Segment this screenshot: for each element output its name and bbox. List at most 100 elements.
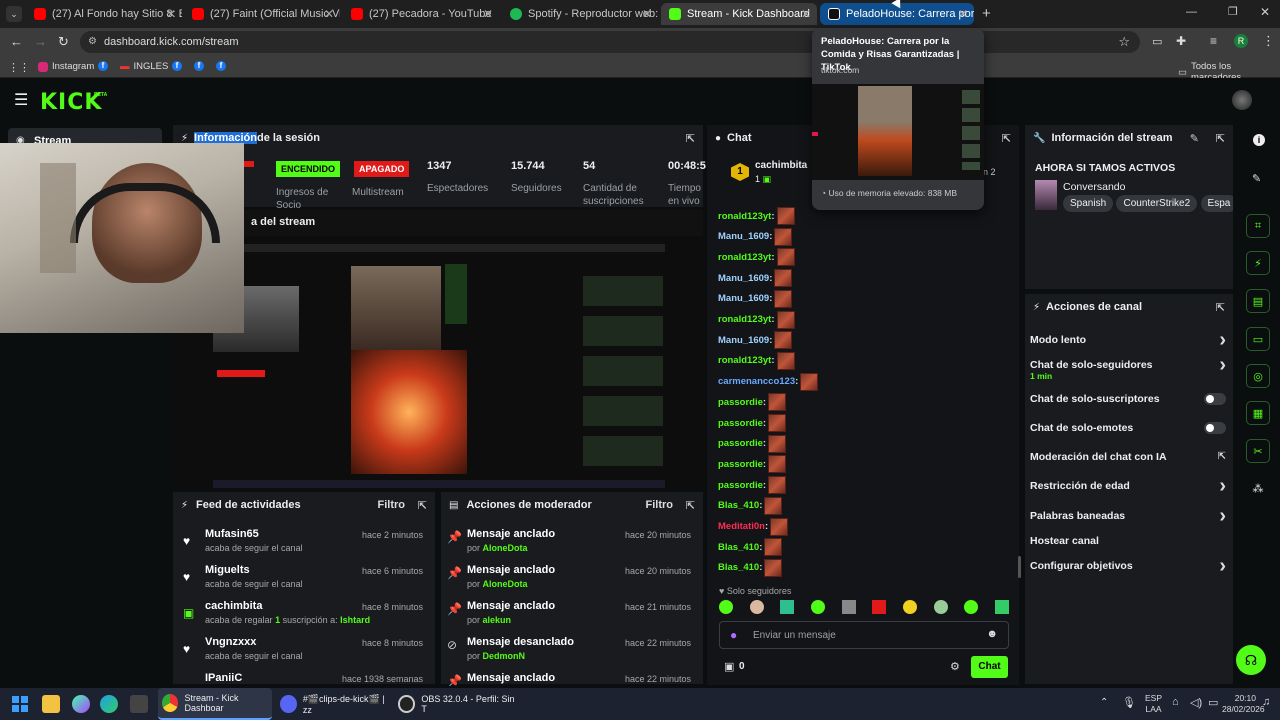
- popout-icon[interactable]: ⇱: [1216, 132, 1225, 145]
- chat-username[interactable]: Blas_410: [718, 562, 759, 573]
- tag-chip[interactable]: Spanish: [1063, 195, 1114, 212]
- close-icon[interactable]: ✕: [166, 7, 176, 21]
- channel-action-2[interactable]: Chat de solo-suscriptores: [1030, 393, 1226, 409]
- emote-icon[interactable]: [780, 600, 795, 614]
- emote-icon[interactable]: [902, 600, 917, 614]
- extensions-icon[interactable]: ✚: [1176, 34, 1186, 48]
- chat-username[interactable]: Manu_1609: [718, 273, 769, 284]
- chat-username[interactable]: ronald123yt: [718, 314, 771, 325]
- chat-settings-icon[interactable]: ⚙: [950, 660, 960, 673]
- volume-icon[interactable]: ◁): [1190, 696, 1202, 709]
- apps-icon[interactable]: ⋮⋮: [8, 61, 30, 74]
- feed-username[interactable]: Vngnzxxx: [205, 636, 256, 648]
- copilot-button[interactable]: [72, 688, 96, 720]
- profile-avatar[interactable]: R: [1234, 34, 1248, 48]
- user-avatar[interactable]: [1232, 90, 1252, 110]
- bookmark-facebook[interactable]: f: [98, 61, 108, 71]
- pencil-icon[interactable]: ✎: [1252, 172, 1261, 185]
- popout-icon[interactable]: ⇱: [418, 499, 427, 512]
- close-icon[interactable]: ✕: [801, 7, 811, 21]
- tab-youtube-3[interactable]: (27) Pecadora - YouTube ✕: [343, 3, 499, 25]
- chat-username[interactable]: carmenancco123: [718, 376, 795, 387]
- emote-icon[interactable]: [841, 600, 856, 614]
- tag-chip[interactable]: CounterStrike2: [1116, 195, 1198, 212]
- close-icon[interactable]: ✕: [324, 7, 334, 21]
- close-window-button[interactable]: ✕: [1260, 5, 1270, 19]
- start-button[interactable]: [12, 688, 28, 720]
- layout-icon[interactable]: ▦: [1246, 401, 1270, 425]
- points-icon[interactable]: ▣: [724, 660, 734, 673]
- channel-action-5[interactable]: Restricción de edad ›: [1030, 475, 1226, 497]
- chat-message-input[interactable]: ● Enviar un mensaje ☻: [719, 621, 1009, 649]
- menu-icon[interactable]: ⋮: [1262, 33, 1275, 49]
- chat-username[interactable]: Blas_410: [718, 500, 759, 511]
- store-button[interactable]: [130, 688, 154, 720]
- chat-username[interactable]: Blas_410: [718, 542, 759, 553]
- tab-spotify[interactable]: Spotify - Reproductor web: mú✕: [502, 3, 658, 25]
- language-indicator[interactable]: ESP LAA: [1145, 693, 1162, 715]
- channel-action-1[interactable]: Chat de solo-seguidores 1 min ›: [1030, 354, 1226, 383]
- tab-kick-dashboard[interactable]: Stream - Kick Dashboard ✕: [661, 3, 817, 25]
- bookmark-facebook[interactable]: f: [216, 61, 226, 71]
- channel-action-6[interactable]: Palabras baneadas ›: [1030, 505, 1226, 527]
- stream-category[interactable]: Conversando: [1063, 181, 1125, 193]
- chat-send-button[interactable]: Chat: [971, 656, 1008, 678]
- broadcast-icon[interactable]: ◎: [1246, 364, 1270, 388]
- edge-button[interactable]: [100, 688, 124, 720]
- popout-icon[interactable]: ⇱: [1216, 301, 1225, 314]
- apps-icon[interactable]: ⁂: [1246, 476, 1270, 500]
- emote-icon[interactable]: [994, 600, 1009, 614]
- toggle-switch[interactable]: [1204, 393, 1226, 405]
- bookmark-facebook[interactable]: f: [194, 61, 204, 71]
- battery-icon[interactable]: ▭: [1208, 696, 1218, 709]
- tab-youtube-1[interactable]: (27) Al Fondo hay Sitio 8: Belén✕: [26, 3, 182, 25]
- channel-action-7[interactable]: Hostear canal: [1030, 535, 1226, 551]
- taskbar-obs[interactable]: OBS 32.0.4 - Perfil: Sin T: [398, 688, 518, 720]
- feed-username[interactable]: IPaniiC: [205, 672, 242, 684]
- chevron-up-icon[interactable]: ⌃: [1100, 697, 1108, 708]
- feed-username[interactable]: cachimbita: [205, 600, 262, 612]
- bookmark-facebook[interactable]: f: [172, 61, 182, 71]
- close-icon[interactable]: ✕: [483, 7, 493, 21]
- chat-scrollbar[interactable]: [1018, 556, 1021, 578]
- emote-icon[interactable]: [749, 600, 764, 614]
- chat-username[interactable]: passordie: [718, 480, 763, 491]
- chat-username[interactable]: Meditati0n: [718, 521, 765, 532]
- close-icon[interactable]: ✕: [642, 7, 652, 21]
- chat-username[interactable]: Manu_1609: [718, 293, 769, 304]
- minimize-button[interactable]: —: [1186, 6, 1197, 18]
- channel-action-0[interactable]: Modo lento ›: [1030, 329, 1226, 351]
- forward-icon[interactable]: →: [34, 34, 47, 49]
- toggle-switch[interactable]: [1204, 422, 1226, 434]
- tag-chip[interactable]: Espa: [1200, 195, 1233, 212]
- media-icon[interactable]: ≡: [1210, 34, 1217, 48]
- channel-action-4[interactable]: Moderación del chat con IA ⇱: [1030, 451, 1226, 467]
- emote-icon[interactable]: [872, 600, 887, 614]
- emote-icon[interactable]: [964, 600, 979, 614]
- channel-action-3[interactable]: Chat de solo-emotes: [1030, 422, 1226, 438]
- microphone-icon[interactable]: ●: [730, 628, 737, 642]
- mod-filter-button[interactable]: Filtro: [646, 499, 674, 511]
- popout-icon[interactable]: ⇱: [686, 499, 695, 512]
- chat-username[interactable]: passordie: [718, 438, 763, 449]
- help-support-icon[interactable]: ☊: [1236, 645, 1266, 675]
- maximize-button[interactable]: ❐: [1228, 5, 1238, 18]
- stream-preview-video[interactable]: [173, 236, 705, 490]
- bookmark-star-icon[interactable]: ☆: [1118, 34, 1130, 50]
- chat-username[interactable]: passordie: [718, 418, 763, 429]
- hamburger-menu-icon[interactable]: ☰: [14, 90, 28, 110]
- tools-icon[interactable]: ✂: [1246, 439, 1270, 463]
- chat-icon[interactable]: ▭: [1246, 327, 1270, 351]
- feed-username[interactable]: Miguelts: [205, 564, 250, 576]
- tab-youtube-2[interactable]: (27) Faint (Official Music Video)✕: [184, 3, 340, 25]
- popout-icon[interactable]: ⇱: [1002, 132, 1011, 145]
- scan-icon[interactable]: ⌗: [1246, 214, 1270, 238]
- document-icon[interactable]: ▤: [1246, 289, 1270, 313]
- cast-icon[interactable]: ▭: [1152, 35, 1162, 48]
- emote-icon[interactable]: [810, 600, 825, 614]
- chat-username[interactable]: Manu_1609: [718, 335, 769, 346]
- chat-username[interactable]: Manu_1609: [718, 231, 769, 242]
- clock[interactable]: 20:10 28/02/2026: [1222, 693, 1265, 715]
- reload-icon[interactable]: ↻: [58, 34, 69, 50]
- emote-icon[interactable]: [933, 600, 948, 614]
